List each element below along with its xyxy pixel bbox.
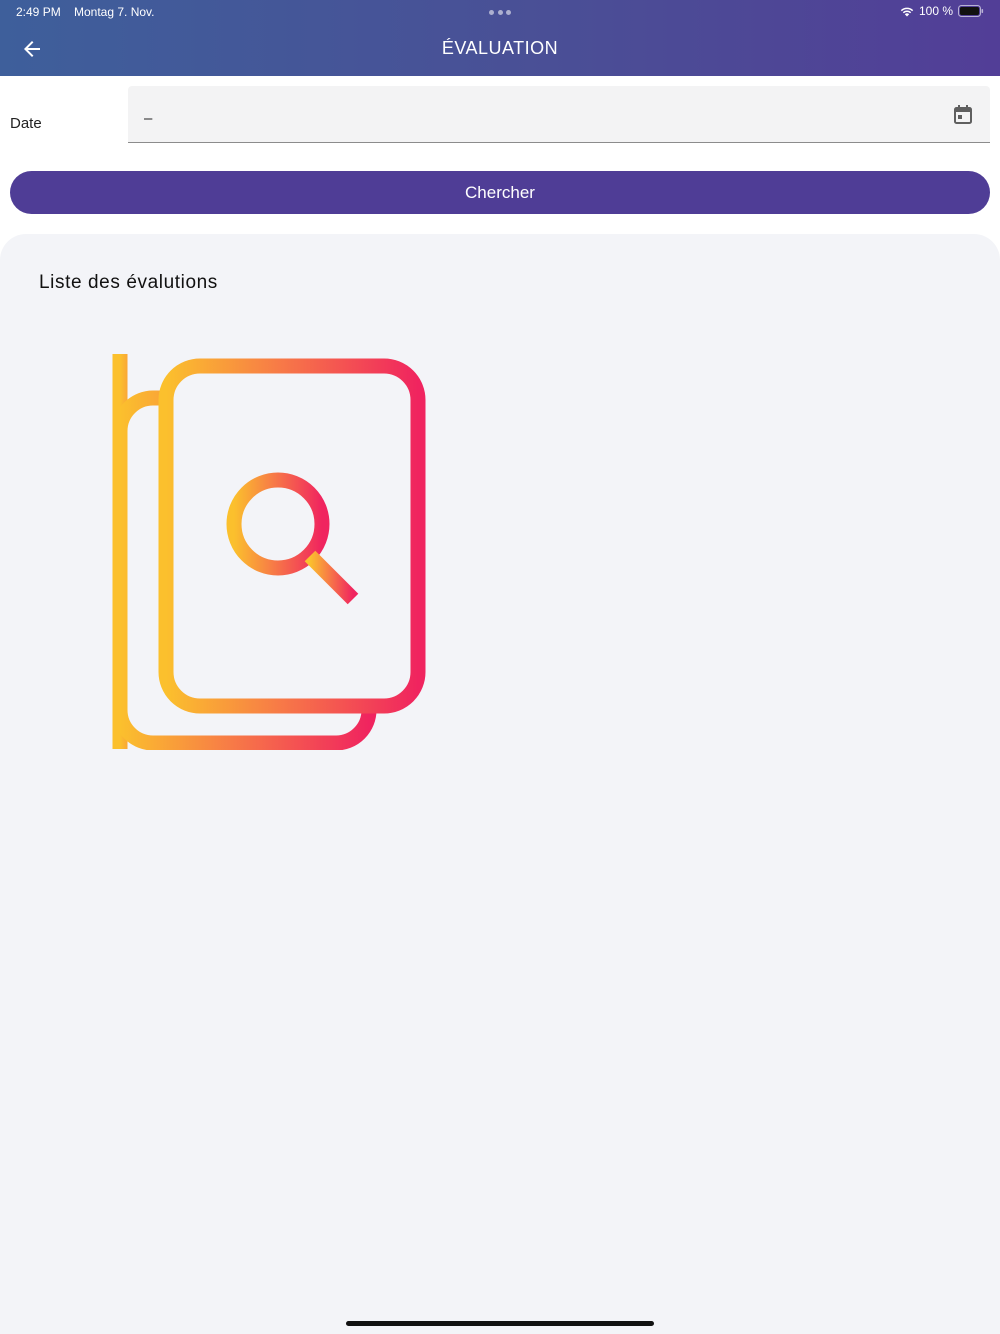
page-title: ÉVALUATION: [441, 38, 559, 58]
status-indicators: 100 %: [900, 4, 984, 18]
date-label: Date: [10, 115, 42, 132]
document-search-icon: [112, 354, 426, 750]
evaluations-list-panel: Liste des évalutions: [0, 234, 1000, 1334]
date-field[interactable]: –: [128, 86, 990, 143]
battery-icon: [958, 5, 984, 17]
status-date: Montag 7. Nov.: [74, 5, 155, 19]
calendar-icon[interactable]: [954, 105, 972, 124]
list-title: Liste des évalutions: [39, 272, 218, 293]
status-time: 2:49 PM: [16, 5, 61, 19]
multitasking-dots-icon[interactable]: [489, 10, 511, 15]
date-value: –: [144, 110, 153, 127]
wifi-icon: [900, 7, 914, 16]
status-bar: 2:49 PM Montag 7. Nov. 100 %: [0, 0, 1000, 24]
search-button[interactable]: Chercher: [10, 171, 990, 214]
home-indicator[interactable]: [346, 1321, 654, 1326]
battery-percentage: 100 %: [918, 4, 953, 18]
app-header: 2:49 PM Montag 7. Nov. 100 % ÉVALUATION: [0, 0, 1000, 76]
